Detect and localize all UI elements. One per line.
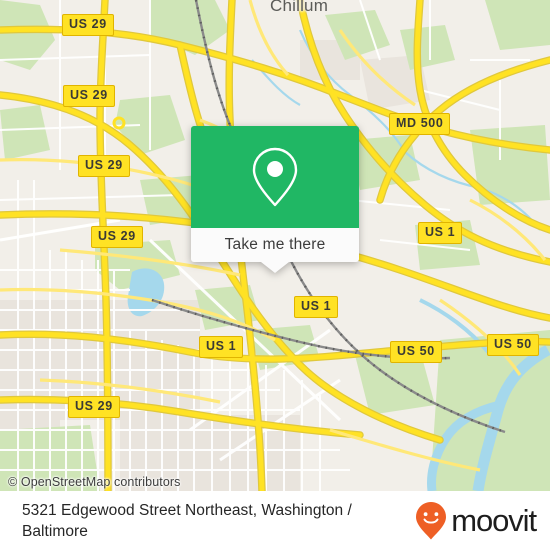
take-me-there-button[interactable]: Take me there [191, 228, 359, 262]
address-title: 5321 Edgewood Street Northeast, Washingt… [22, 501, 352, 540]
map-place-label-chillum: Chillum [270, 0, 329, 15]
road-shield-md-500[interactable]: MD 500 [389, 113, 451, 135]
map-pin-icon [252, 147, 298, 207]
road-shield-us-1-west[interactable]: US 1 [199, 336, 244, 358]
road-shield-us-50-east[interactable]: US 50 [487, 334, 539, 356]
road-shield-us-1-east[interactable]: US 1 [418, 222, 463, 244]
road-shield-us-29-center[interactable]: US 29 [91, 226, 143, 248]
popup-marker-area [191, 126, 359, 228]
location-popup-card[interactable]: Take me there [191, 126, 359, 273]
footer-bar: 5321 Edgewood Street Northeast, Washingt… [0, 491, 550, 550]
road-shield-us-29-south[interactable]: US 29 [68, 396, 120, 418]
moovit-smiley-pin-icon [416, 501, 447, 539]
popup-pointer-tail [261, 262, 289, 273]
moovit-logo[interactable]: moovit [414, 501, 537, 541]
take-me-there-label: Take me there [224, 236, 326, 253]
road-shield-us-29-north[interactable]: US 29 [62, 14, 114, 36]
road-shield-us-29-lower[interactable]: US 29 [78, 155, 130, 177]
map-canvas[interactable]: Chillum US 29 US 29 US 29 US 29 US 29 US… [0, 0, 550, 491]
road-shield-us-50-west[interactable]: US 50 [390, 341, 442, 363]
map-screenshot: Chillum US 29 US 29 US 29 US 29 US 29 US… [0, 0, 550, 550]
road-shield-us-29-mid[interactable]: US 29 [63, 85, 115, 107]
map-attribution[interactable]: © OpenStreetMap contributors [8, 475, 181, 489]
moovit-wordmark: moovit [451, 503, 537, 538]
road-shield-us-1-mid[interactable]: US 1 [294, 296, 339, 318]
